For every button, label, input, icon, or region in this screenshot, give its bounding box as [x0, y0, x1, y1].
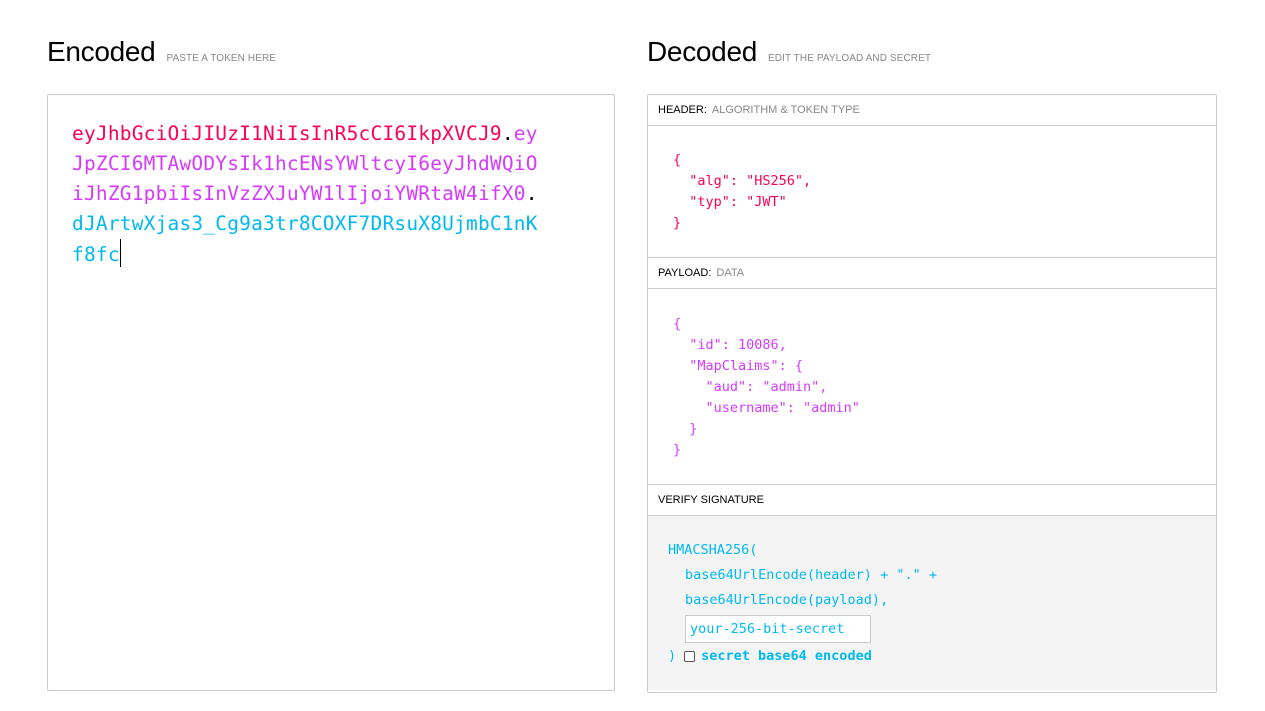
encoded-subtitle: PASTE A TOKEN HERE [166, 53, 277, 64]
header-json-editor[interactable]: { "alg": "HS256", "typ": "JWT" } [648, 126, 1216, 258]
secret-input[interactable] [685, 615, 871, 643]
json-line: "id": 10086, [673, 337, 787, 353]
json-line: "typ": "JWT" [673, 194, 787, 210]
decoded-title: Decoded [647, 36, 757, 67]
token-dot: . [501, 122, 514, 145]
header-section-label: HEADER: [658, 104, 707, 116]
payload-section-hint: DATA [716, 267, 745, 279]
json-line: } [673, 442, 682, 458]
hmac-function-line: HMACSHA256( [668, 542, 758, 558]
payload-json-editor[interactable]: { "id": 10086, "MapClaims": { "aud": "ad… [648, 289, 1216, 485]
json-line: "alg": "HS256", [673, 173, 812, 189]
closing-paren: ) [668, 648, 677, 664]
token-signature-part: dJArtwXjas3_Cg9a3tr8COXF7DRsuX8UjmbC1nKf… [72, 212, 538, 266]
encoded-token-editor[interactable]: eyJhbGciOiJIUzI1NiIsInR5cCI6IkpXVCJ9.eyJ… [47, 94, 615, 691]
secret-base64-label[interactable]: secret base64 encoded [701, 644, 872, 669]
json-line: { [673, 152, 682, 168]
text-cursor [119, 239, 121, 267]
header-section-title: HEADER: ALGORITHM & TOKEN TYPE [648, 95, 1216, 126]
decoded-panel: HEADER: ALGORITHM & TOKEN TYPE { "alg": … [647, 94, 1217, 693]
json-line: "username": "admin" [673, 400, 860, 416]
encoded-title: Encoded [47, 36, 156, 67]
payload-section-label: PAYLOAD: [658, 267, 712, 279]
encoded-token-text[interactable]: eyJhbGciOiJIUzI1NiIsInR5cCI6IkpXVCJ9.eyJ… [72, 119, 547, 270]
encoded-heading: Encoded PASTE A TOKEN HERE [47, 36, 276, 68]
verify-signature-body: HMACSHA256( base64UrlEncode(header) + ".… [648, 516, 1216, 690]
header-section-hint: ALGORITHM & TOKEN TYPE [711, 104, 860, 116]
verify-section-title: VERIFY SIGNATURE [648, 485, 1216, 516]
token-header-part: eyJhbGciOiJIUzI1NiIsInR5cCI6IkpXVCJ9 [72, 122, 502, 145]
decoded-heading: Decoded EDIT THE PAYLOAD AND SECRET [647, 36, 931, 68]
token-dot: . [525, 182, 538, 205]
encode-payload-line: base64UrlEncode(payload), [685, 592, 889, 608]
json-line: } [673, 215, 682, 231]
json-line: } [673, 421, 698, 437]
secret-options-row: ) secret base64 encoded [668, 644, 1216, 669]
secret-base64-checkbox[interactable] [684, 651, 696, 662]
json-line: "aud": "admin", [673, 379, 828, 395]
encode-header-line: base64UrlEncode(header) + "." + [685, 567, 937, 583]
payload-section-title: PAYLOAD: DATA [648, 258, 1216, 289]
json-line: "MapClaims": { [673, 358, 804, 374]
verify-section-label: VERIFY SIGNATURE [658, 494, 764, 506]
decoded-subtitle: EDIT THE PAYLOAD AND SECRET [767, 53, 932, 64]
json-line: { [673, 316, 682, 332]
